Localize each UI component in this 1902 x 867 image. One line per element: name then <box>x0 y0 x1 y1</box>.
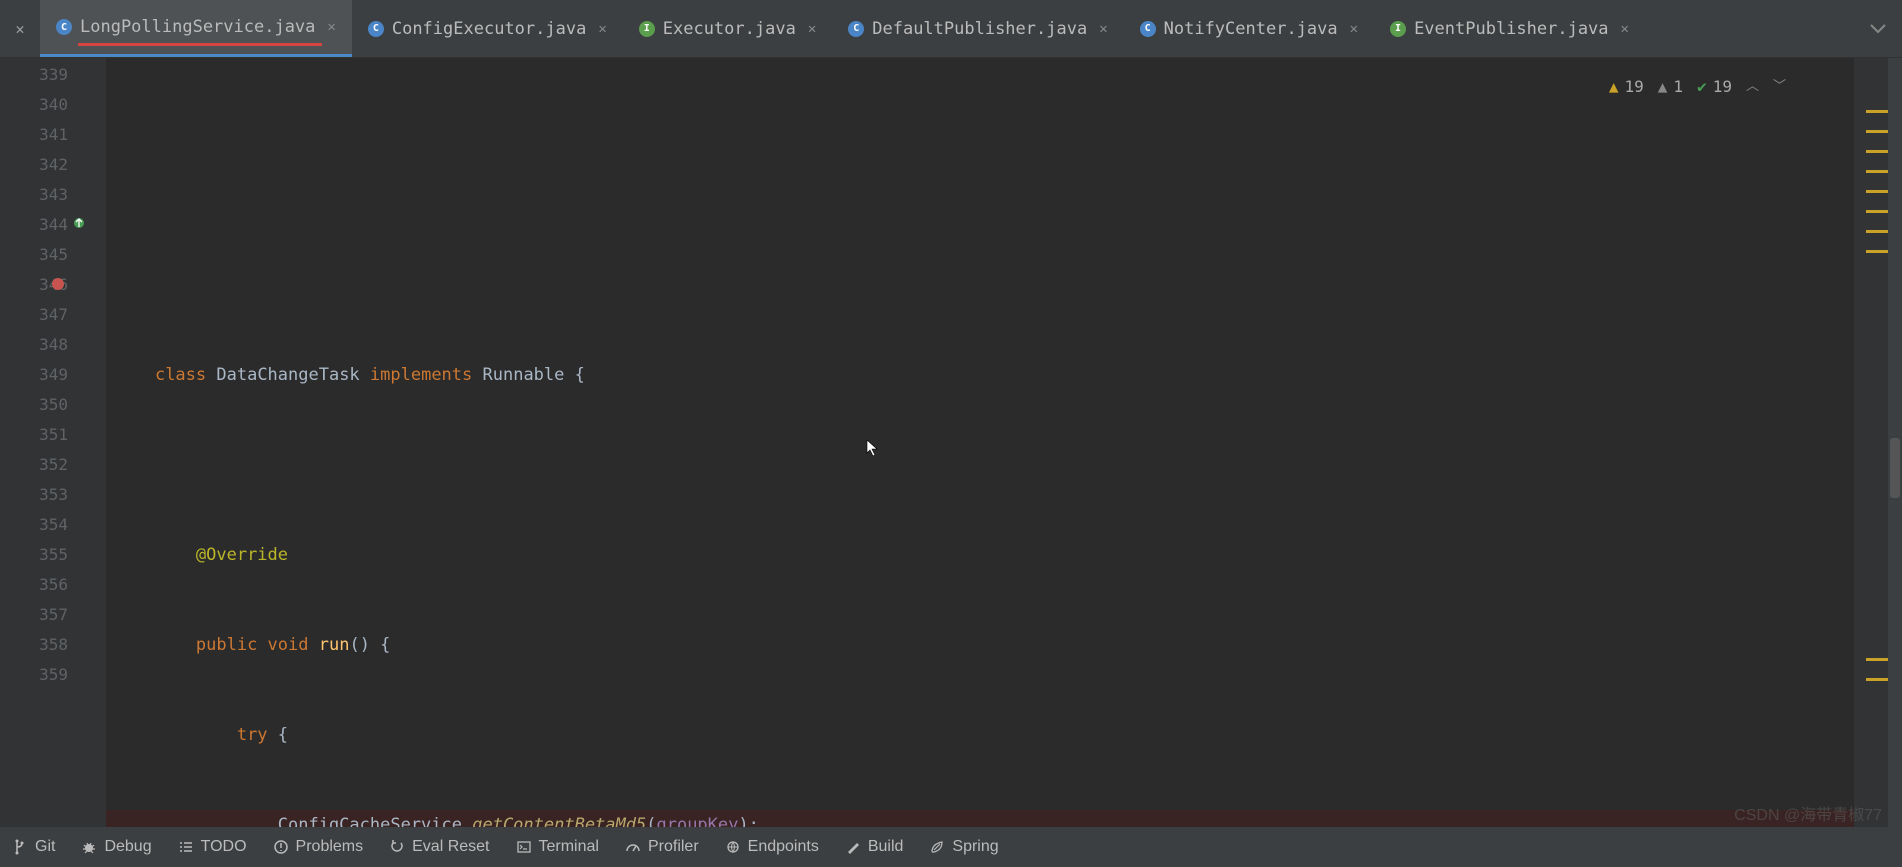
endpoints-toolwindow-button[interactable]: Endpoints <box>725 838 819 856</box>
tab-label: DefaultPublisher.java <box>872 19 1087 39</box>
tool-window-bar: Git Debug TODO Problems Eval Reset Termi… <box>0 827 1902 867</box>
editor-tabs-bar: ✕ C LongPollingService.java ✕ C ConfigEx… <box>0 0 1902 58</box>
close-all-tabs-icon[interactable]: ✕ <box>0 0 40 57</box>
debug-toolwindow-button[interactable]: Debug <box>81 838 151 856</box>
line-number: 344 <box>0 210 68 240</box>
ok-count: 19 <box>1713 72 1732 102</box>
line-number: 355 <box>0 540 68 570</box>
line-number: 339 <box>0 60 68 90</box>
tab-label: ConfigExecutor.java <box>392 19 586 39</box>
leaf-icon <box>929 839 945 855</box>
line-number: 348 <box>0 330 68 360</box>
close-icon[interactable]: ✕ <box>1350 21 1358 37</box>
close-icon[interactable]: ✕ <box>598 21 606 37</box>
class-icon: C <box>1140 21 1156 37</box>
tab-longpollingservice[interactable]: C LongPollingService.java ✕ <box>40 0 352 57</box>
tab-configexecutor[interactable]: C ConfigExecutor.java ✕ <box>352 0 623 57</box>
line-number: 347 <box>0 300 68 330</box>
tab-label: NotifyCenter.java <box>1164 19 1338 39</box>
class-icon: C <box>368 21 384 37</box>
tab-label: EventPublisher.java <box>1414 19 1608 39</box>
line-number: 343 <box>0 180 68 210</box>
vertical-scrollbar[interactable] <box>1888 58 1902 827</box>
line-number: 350 <box>0 390 68 420</box>
list-icon <box>178 839 194 855</box>
close-icon[interactable]: ✕ <box>1621 21 1629 37</box>
close-icon[interactable]: ✕ <box>808 21 816 37</box>
line-number: 351 <box>0 420 68 450</box>
gauge-icon <box>625 839 641 855</box>
git-branch-icon <box>12 839 28 855</box>
git-toolwindow-button[interactable]: Git <box>12 838 55 856</box>
terminal-toolwindow-button[interactable]: Terminal <box>516 838 599 856</box>
close-icon[interactable]: ✕ <box>1099 21 1107 37</box>
line-number: 353 <box>0 480 68 510</box>
weak-warning-count: 1 <box>1673 72 1683 102</box>
class-icon: C <box>848 21 864 37</box>
undo-icon <box>389 839 405 855</box>
next-highlight-icon[interactable]: ﹀ <box>1773 72 1786 102</box>
line-number: 358 <box>0 630 68 660</box>
line-number: 349 <box>0 360 68 390</box>
override-marker-icon[interactable] <box>72 216 86 230</box>
warning-circle-icon <box>273 839 289 855</box>
hammer-icon <box>845 839 861 855</box>
line-number: 354 <box>0 510 68 540</box>
scroll-thumb[interactable] <box>1890 438 1900 498</box>
code-editor[interactable]: ▲19 ▲1 ✔19 ︿ ﹀ class DataChangeTask impl… <box>106 58 1854 827</box>
line-number: 352 <box>0 450 68 480</box>
line-number: 345 <box>0 240 68 270</box>
tabs-overflow-icon[interactable] <box>1854 20 1902 38</box>
check-icon: ✔ <box>1697 72 1707 102</box>
inspection-summary[interactable]: ▲19 ▲1 ✔19 ︿ ﹀ <box>1601 68 1794 106</box>
line-number: 359 <box>0 660 68 690</box>
tab-defaultpublisher[interactable]: C DefaultPublisher.java ✕ <box>832 0 1123 57</box>
line-number: 356 <box>0 570 68 600</box>
red-underline-annotation <box>78 43 322 46</box>
tab-label: Executor.java <box>663 19 796 39</box>
warning-icon: ▲ <box>1609 72 1619 102</box>
fold-column[interactable] <box>90 58 106 827</box>
todo-toolwindow-button[interactable]: TODO <box>178 838 247 856</box>
tab-eventpublisher[interactable]: I EventPublisher.java ✕ <box>1374 0 1645 57</box>
interface-icon: I <box>639 21 655 37</box>
problems-toolwindow-button[interactable]: Problems <box>273 838 364 856</box>
line-number: 342 <box>0 150 68 180</box>
tab-executor[interactable]: I Executor.java ✕ <box>623 0 833 57</box>
weak-warning-icon: ▲ <box>1658 72 1668 102</box>
bug-icon <box>81 839 97 855</box>
spring-toolwindow-button[interactable]: Spring <box>929 838 998 856</box>
globe-icon <box>725 839 741 855</box>
class-icon: C <box>56 19 72 35</box>
tab-notifycenter[interactable]: C NotifyCenter.java ✕ <box>1124 0 1374 57</box>
watermark-text: CSDN @海带青椒77 <box>1734 801 1882 825</box>
line-number-gutter[interactable]: 339 340 341 342 343 344 345 346 347 348 … <box>0 58 90 827</box>
line-number: 357 <box>0 600 68 630</box>
interface-icon: I <box>1390 21 1406 37</box>
line-number: 341 <box>0 120 68 150</box>
editor-area: 339 340 341 342 343 344 345 346 347 348 … <box>0 58 1902 827</box>
build-toolwindow-button[interactable]: Build <box>845 838 904 856</box>
prev-highlight-icon[interactable]: ︿ <box>1746 72 1759 102</box>
eval-reset-button[interactable]: Eval Reset <box>389 838 489 856</box>
close-icon[interactable]: ✕ <box>327 19 335 35</box>
line-number: 340 <box>0 90 68 120</box>
tab-label: LongPollingService.java <box>80 17 315 37</box>
profiler-toolwindow-button[interactable]: Profiler <box>625 838 699 856</box>
warning-count: 19 <box>1625 72 1644 102</box>
terminal-icon <box>516 839 532 855</box>
breakpoint-icon[interactable] <box>52 278 64 290</box>
